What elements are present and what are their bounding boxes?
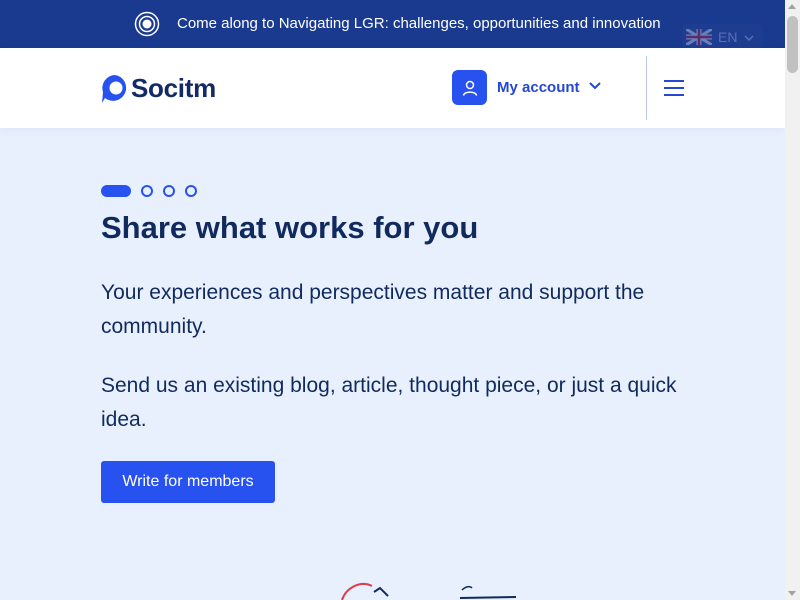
carousel-dot[interactable] [185,185,197,197]
hero-paragraph: Your experiences and perspectives matter… [101,281,645,338]
site-header: Socitm My account [0,48,785,128]
logo-text: Socitm [131,73,216,103]
carousel-dot[interactable] [141,185,153,197]
hamburger-icon [664,80,684,96]
banner-link-text[interactable]: Come along to Navigating LGR: challenges… [177,15,661,32]
hero-paragraph: Send us an existing blog, article, thoug… [101,374,677,431]
uk-flag-icon [685,27,713,47]
chevron-down-icon [588,78,602,92]
carousel-dot[interactable] [163,185,175,197]
announcement-banner[interactable]: Come along to Navigating LGR: challenges… [0,0,785,48]
my-account-button[interactable]: My account [452,70,602,105]
carousel-pagination [101,185,197,197]
scroll-down-arrow-icon[interactable] [788,591,796,596]
language-selector[interactable]: EN [682,24,762,50]
page-scrollbar[interactable] [785,0,800,600]
hamburger-menu-button[interactable] [662,78,686,98]
chevron-down-icon [743,31,755,43]
header-divider [646,56,647,120]
my-account-label: My account [497,79,580,96]
write-for-members-button[interactable]: Write for members [101,461,275,503]
user-icon [452,70,487,105]
socitm-logo-mark-icon [101,74,129,104]
broadcast-icon [134,11,160,37]
scroll-up-arrow-icon[interactable] [788,4,796,9]
carousel-dot-active[interactable] [101,185,131,197]
hero-illustration [330,578,530,600]
site-logo[interactable]: Socitm [101,73,216,104]
scroll-thumb[interactable] [787,16,798,73]
language-code: EN [718,29,738,45]
hero-title: Share what works for you [101,210,479,245]
